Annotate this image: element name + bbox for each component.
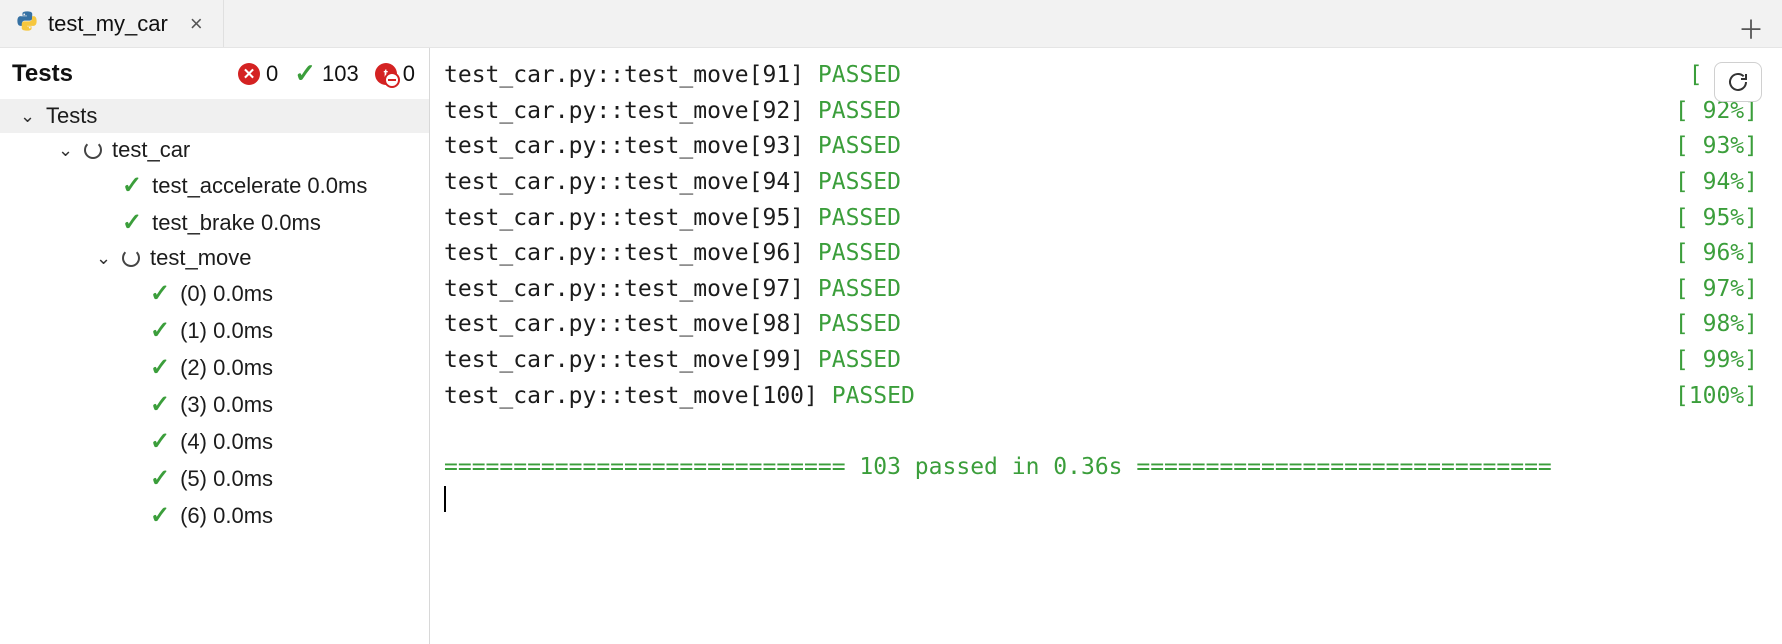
check-icon: ✓ [150,279,170,308]
test-label: (4) 0.0ms [180,429,273,455]
console-line-text: test_car.py::test_move[100] PASSED [444,379,915,415]
console-line-pct: [ 94%] [1668,165,1758,201]
tests-sidebar: Tests ✕ 0 ✓ 103 t 0 ⌄ Tests [0,48,430,644]
console-line-text: test_car.py::test_move[98] PASSED [444,307,901,343]
console-line-text: test_car.py::test_move[99] PASSED [444,343,901,379]
reload-icon [1726,70,1750,94]
console-line: test_car.py::test_move[99] PASSED [ 99%] [444,343,1758,379]
check-icon: ✓ [150,501,170,530]
cursor [444,486,446,512]
suite-label: test_car [112,137,190,163]
check-icon: ✓ [150,353,170,382]
tests-tree[interactable]: ⌄ Tests ⌄ test_car ✓ test_accelerate 0.0… [0,99,429,644]
check-icon: ✓ [150,464,170,493]
python-icon [16,10,38,38]
console-summary: ============================= 103 passed… [444,450,1758,486]
ignored-count-value: 0 [403,61,415,87]
console-line-pct: [ 99%] [1668,343,1758,379]
console-line-text: test_car.py::test_move[97] PASSED [444,272,901,308]
console-line-text: test_car.py::test_move[95] PASSED [444,201,901,237]
test-label: test_brake 0.0ms [152,210,321,236]
test-counts: ✕ 0 ✓ 103 t 0 [238,58,415,89]
ignored-icon: t [375,63,397,85]
test-label: (1) 0.0ms [180,318,273,344]
tree-root[interactable]: ⌄ Tests [0,99,429,133]
check-icon: ✓ [150,427,170,456]
tree-item-test-move-param[interactable]: ✓ (2) 0.0ms [0,349,429,386]
console-line: test_car.py::test_move[100] PASSED [100%] [444,379,1758,415]
tree-item-test-move-param[interactable]: ✓ (5) 0.0ms [0,460,429,497]
console-line-text: test_car.py::test_move[92] PASSED [444,94,901,130]
failed-count-value: 0 [266,61,278,87]
console-line: test_car.py::test_move[97] PASSED [ 97%] [444,272,1758,308]
sidebar-title: Tests [12,60,73,88]
test-label: (5) 0.0ms [180,466,273,492]
console-line-pct: [100%] [1668,379,1758,415]
new-tab-button[interactable]: ＋ [1738,10,1764,47]
tree-item-test-accelerate[interactable]: ✓ test_accelerate 0.0ms [0,167,429,204]
running-icon [122,249,140,267]
failed-count[interactable]: ✕ 0 [238,61,278,87]
tree-suite-test-car[interactable]: ⌄ test_car [0,133,429,167]
sidebar-header: Tests ✕ 0 ✓ 103 t 0 [0,48,429,99]
console-line: test_car.py::test_move[94] PASSED [ 94%] [444,165,1758,201]
ignored-count[interactable]: t 0 [375,61,415,87]
console-line: test_car.py::test_move[91] PASSED[ [444,58,1758,94]
check-icon: ✓ [150,316,170,345]
reload-button[interactable] [1714,62,1762,102]
test-label: (6) 0.0ms [180,503,273,529]
tree-item-test-move-param[interactable]: ✓ (6) 0.0ms [0,497,429,534]
console-line-pct: [ 98%] [1668,307,1758,343]
check-icon: ✓ [122,171,142,200]
console-line-pct: [ 96%] [1668,236,1758,272]
running-icon [84,141,102,159]
test-label: test_move [150,245,252,271]
tab-bar: test_my_car × ＋ [0,0,1782,48]
tab-test-my-car[interactable]: test_my_car × [0,0,224,47]
console-line-text: test_car.py::test_move[94] PASSED [444,165,901,201]
passed-count-value: 103 [322,61,359,87]
console-line-pct: [ 95%] [1668,201,1758,237]
console-line: test_car.py::test_move[96] PASSED [ 96%] [444,236,1758,272]
test-label: (2) 0.0ms [180,355,273,381]
tree-item-test-move-param[interactable]: ✓ (0) 0.0ms [0,275,429,312]
test-label: (0) 0.0ms [180,281,273,307]
chevron-down-icon[interactable]: ⌄ [58,140,74,161]
console-line-text: test_car.py::test_move[93] PASSED [444,129,901,165]
check-icon: ✓ [122,208,142,237]
tab-label: test_my_car [48,11,168,37]
tab-close-icon[interactable]: × [186,9,207,39]
tree-root-label: Tests [46,103,97,129]
console-line-pct: [ 97%] [1668,272,1758,308]
fail-icon: ✕ [238,63,260,85]
console-line: test_car.py::test_move[95] PASSED [ 95%] [444,201,1758,237]
console-line-text: test_car.py::test_move[91] PASSED [444,58,901,94]
main-area: Tests ✕ 0 ✓ 103 t 0 ⌄ Tests [0,48,1782,644]
console-line: test_car.py::test_move[93] PASSED [ 93%] [444,129,1758,165]
console-line-pct: [ 93%] [1668,129,1758,165]
passed-count[interactable]: ✓ 103 [294,58,359,89]
console-output[interactable]: test_car.py::test_move[91] PASSED[ test_… [430,48,1782,644]
tree-item-test-brake[interactable]: ✓ test_brake 0.0ms [0,204,429,241]
console-line: test_car.py::test_move[92] PASSED[ 92%] [444,94,1758,130]
tree-item-test-move-param[interactable]: ✓ (4) 0.0ms [0,423,429,460]
tree-item-test-move[interactable]: ⌄ test_move [0,241,429,275]
console-line-text: test_car.py::test_move[96] PASSED [444,236,901,272]
check-icon: ✓ [294,58,316,89]
test-label: test_accelerate 0.0ms [152,173,367,199]
test-label: (3) 0.0ms [180,392,273,418]
tree-item-test-move-param[interactable]: ✓ (1) 0.0ms [0,312,429,349]
console-line: test_car.py::test_move[98] PASSED [ 98%] [444,307,1758,343]
tree-item-test-move-param[interactable]: ✓ (3) 0.0ms [0,386,429,423]
check-icon: ✓ [150,390,170,419]
chevron-down-icon[interactable]: ⌄ [20,106,36,127]
chevron-down-icon[interactable]: ⌄ [96,248,112,269]
